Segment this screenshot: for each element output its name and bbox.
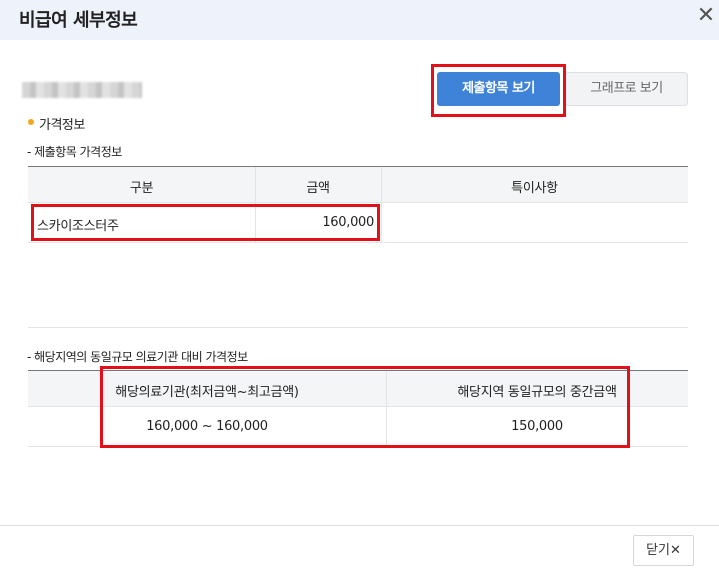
row-range: 160,000 ~ 160,000 bbox=[146, 419, 268, 434]
regional-table-caption: - 해당지역의 동일규모 의료기관 대비 가격정보 bbox=[27, 350, 248, 364]
row-category: 스카이조스터주 bbox=[37, 219, 119, 234]
submitted-items-button[interactable]: 제출항목 보기 bbox=[437, 72, 560, 106]
redacted-name bbox=[22, 82, 142, 98]
row-bottom-border bbox=[28, 242, 688, 243]
header-median: 해당지역 동일규모의 중간금액 bbox=[457, 385, 617, 400]
close-button[interactable]: 닫기✕ bbox=[633, 535, 694, 566]
row-median: 150,000 bbox=[511, 419, 563, 434]
close-icon: ✕ bbox=[670, 543, 681, 558]
section-divider bbox=[28, 327, 688, 328]
submitted-table-caption: - 제출항목 가격정보 bbox=[27, 145, 122, 159]
footer-divider bbox=[0, 525, 719, 526]
header-bottom-border bbox=[28, 202, 688, 203]
header-bottom-border bbox=[28, 406, 688, 407]
graph-view-button[interactable]: 그래프로 보기 bbox=[565, 72, 688, 106]
row-bottom-border bbox=[28, 446, 688, 447]
section-title: 가격정보 bbox=[39, 118, 85, 133]
bullet-dot bbox=[28, 119, 34, 125]
close-button-label: 닫기 bbox=[646, 543, 670, 558]
header-amount: 금액 bbox=[306, 181, 330, 196]
header-note: 특이사항 bbox=[511, 181, 558, 196]
row-amount: 160,000 bbox=[322, 215, 374, 230]
close-icon[interactable]: ✕ bbox=[694, 4, 718, 28]
header-category: 구분 bbox=[129, 181, 154, 196]
dialog-header: 비급여 세부정보 ✕ bbox=[0, 0, 719, 40]
header-range: 해당의료기관(최저금액~최고금액) bbox=[115, 385, 299, 400]
dialog-title: 비급여 세부정보 bbox=[19, 10, 138, 31]
